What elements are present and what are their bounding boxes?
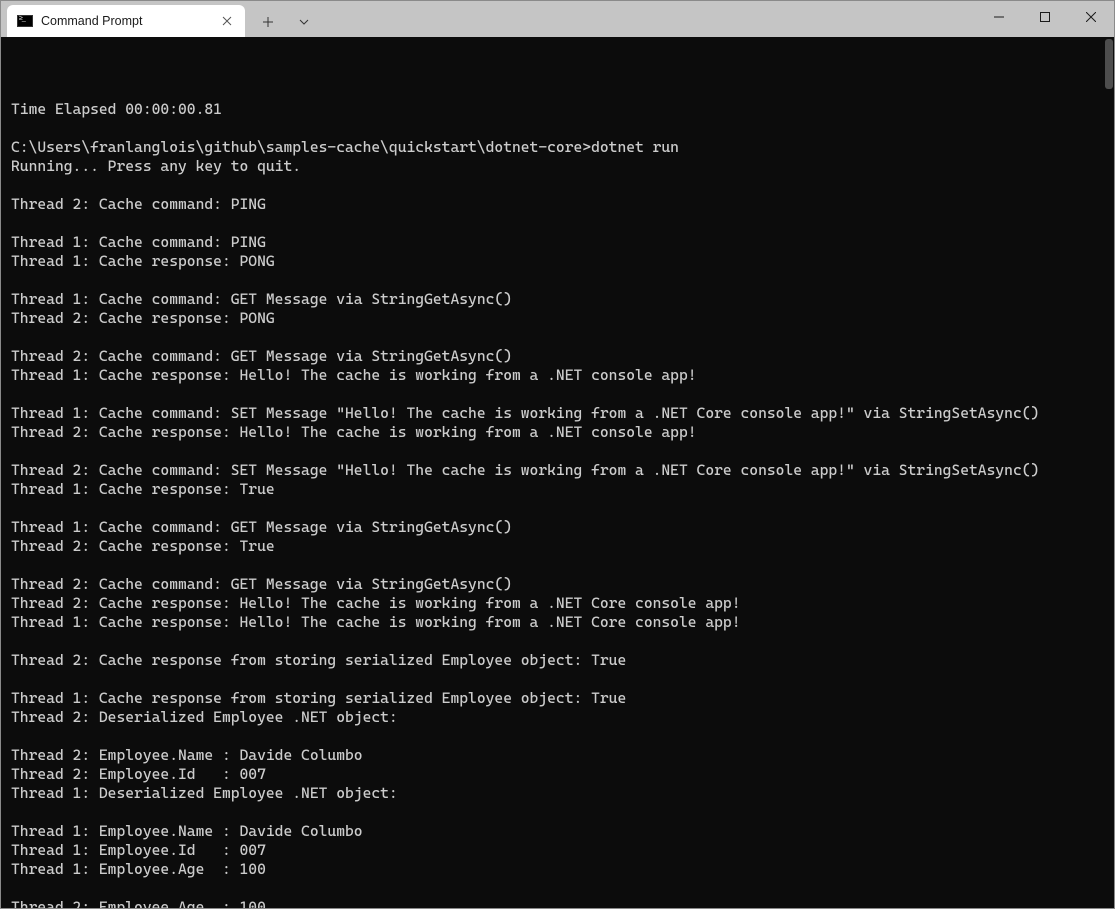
tab-command-prompt[interactable]: Command Prompt [7,5,245,37]
tabs-area: Command Prompt [1,1,321,37]
tab-actions [245,3,321,37]
plus-icon [262,16,274,28]
maximize-icon [1040,12,1050,22]
tab-title: Command Prompt [41,14,211,28]
terminal-scrollbar[interactable] [1104,37,1114,908]
new-tab-button[interactable] [251,7,285,37]
tab-close-button[interactable] [219,13,235,29]
minimize-icon [994,12,1004,22]
close-icon [1086,12,1096,22]
command-prompt-icon [17,13,33,29]
window-frame: Command Prompt [0,0,1115,909]
minimize-button[interactable] [976,1,1022,33]
chevron-down-icon [298,16,310,28]
terminal-pane[interactable]: Time Elapsed 00:00:00.81 C:\Users\franla… [1,37,1114,908]
maximize-button[interactable] [1022,1,1068,33]
close-icon [222,16,232,26]
terminal-scrollbar-thumb[interactable] [1105,39,1113,89]
tab-dropdown-button[interactable] [287,7,321,37]
titlebar[interactable]: Command Prompt [1,1,1114,37]
window-controls [976,1,1114,37]
titlebar-drag-region[interactable] [321,1,976,37]
terminal-output: Time Elapsed 00:00:00.81 C:\Users\franla… [11,81,1104,908]
close-window-button[interactable] [1068,1,1114,33]
